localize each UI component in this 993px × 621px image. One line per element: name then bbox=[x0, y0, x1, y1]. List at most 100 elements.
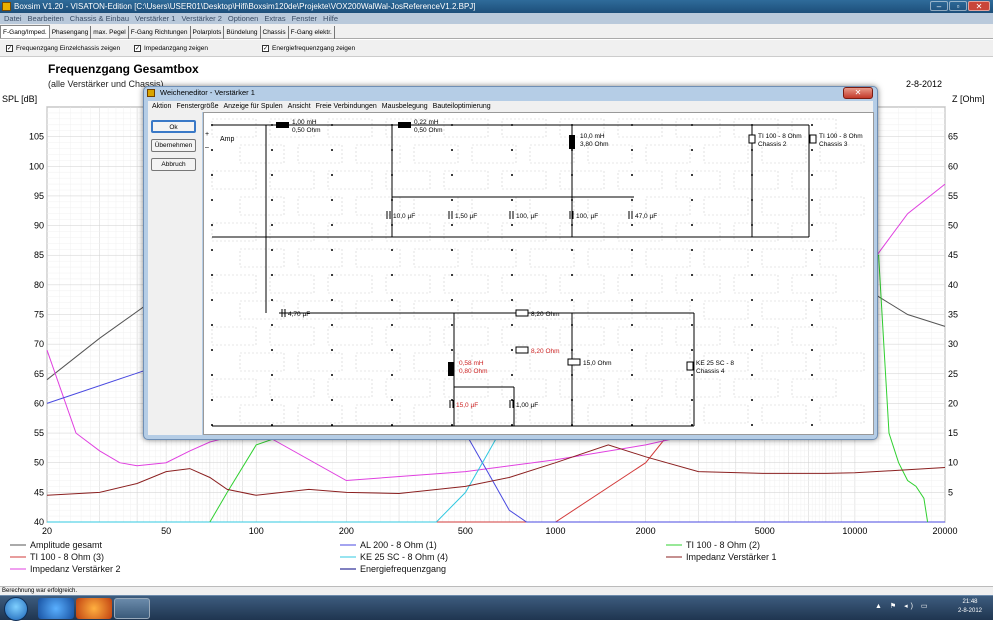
component-slot[interactable] bbox=[675, 326, 721, 346]
boxsim-taskbar-icon[interactable] bbox=[114, 598, 150, 619]
cancel-button[interactable]: Abbruch bbox=[151, 158, 196, 171]
component-slot[interactable] bbox=[703, 144, 749, 164]
dialog-menu-aktion[interactable]: Aktion bbox=[152, 103, 171, 110]
component-slot[interactable] bbox=[327, 326, 373, 346]
component-slot[interactable] bbox=[443, 326, 489, 346]
component-slot[interactable] bbox=[761, 196, 807, 216]
minimize-button[interactable]: – bbox=[930, 1, 948, 11]
component-slot[interactable] bbox=[211, 326, 257, 346]
menu-hilfe[interactable]: Hilfe bbox=[323, 14, 338, 23]
component-slot[interactable] bbox=[617, 378, 663, 398]
dialog-menu-fenstergr-e[interactable]: Fenstergröße bbox=[176, 103, 218, 110]
component-slot[interactable] bbox=[703, 248, 749, 268]
component-slot[interactable] bbox=[355, 300, 401, 320]
component-slot[interactable] bbox=[385, 170, 431, 190]
component-slot[interactable] bbox=[587, 404, 633, 424]
component-slot[interactable] bbox=[471, 144, 517, 164]
component-slot[interactable] bbox=[559, 222, 605, 242]
component-slot[interactable] bbox=[617, 326, 663, 346]
check-impedance[interactable]: ✓ Impedanzgang zeigen bbox=[134, 44, 208, 53]
component-slot[interactable] bbox=[471, 404, 517, 424]
component-slot[interactable] bbox=[645, 404, 691, 424]
component-slot[interactable] bbox=[703, 300, 749, 320]
tab-b-ndelung[interactable]: Bündelung bbox=[224, 26, 261, 39]
apply-button[interactable]: Übernehmen bbox=[151, 139, 196, 152]
component-slot[interactable] bbox=[413, 144, 459, 164]
component-slot[interactable] bbox=[297, 196, 343, 216]
component-slot[interactable] bbox=[761, 352, 807, 372]
component-slot[interactable] bbox=[501, 378, 547, 398]
tab-f-gang-richtungen[interactable]: F-Gang Richtungen bbox=[129, 26, 191, 39]
menu-optionen[interactable]: Optionen bbox=[228, 14, 258, 23]
menu-extras[interactable]: Extras bbox=[264, 14, 285, 23]
component-slot[interactable] bbox=[297, 248, 343, 268]
component-slot[interactable] bbox=[703, 404, 749, 424]
component-slot[interactable] bbox=[297, 352, 343, 372]
component-d2[interactable]: TI 100 - 8 OhmChassis 3 bbox=[809, 133, 863, 148]
component-slot[interactable] bbox=[385, 378, 431, 398]
dialog-menu-mausbelegung[interactable]: Mausbelegung bbox=[382, 103, 428, 110]
component-slot[interactable] bbox=[211, 222, 257, 242]
component-slot[interactable] bbox=[501, 118, 547, 138]
component-slot[interactable] bbox=[211, 274, 257, 294]
tab-polarplots[interactable]: Polarplots bbox=[191, 26, 225, 39]
component-slot[interactable] bbox=[587, 300, 633, 320]
component-slot[interactable] bbox=[819, 248, 865, 268]
component-slot[interactable] bbox=[297, 404, 343, 424]
component-slot[interactable] bbox=[501, 222, 547, 242]
component-c3[interactable]: 100, µF bbox=[509, 211, 538, 220]
component-slot[interactable] bbox=[443, 274, 489, 294]
component-slot[interactable] bbox=[501, 274, 547, 294]
component-slot[interactable] bbox=[413, 300, 459, 320]
component-slot[interactable] bbox=[791, 170, 837, 190]
component-slot[interactable] bbox=[211, 118, 257, 138]
component-slot[interactable] bbox=[645, 248, 691, 268]
component-slot[interactable] bbox=[211, 378, 257, 398]
component-l1[interactable]: 1,00 mH0,50 Ohm bbox=[276, 119, 321, 134]
close-button[interactable]: ✕ bbox=[968, 1, 990, 11]
component-slot[interactable] bbox=[733, 170, 779, 190]
component-slot[interactable] bbox=[471, 248, 517, 268]
component-slot[interactable] bbox=[501, 170, 547, 190]
component-slot[interactable] bbox=[385, 274, 431, 294]
component-slot[interactable] bbox=[327, 170, 373, 190]
component-slot[interactable] bbox=[791, 378, 837, 398]
component-slot[interactable] bbox=[703, 196, 749, 216]
menu-fenster[interactable]: Fenster bbox=[292, 14, 317, 23]
check-single-drivers[interactable]: ✓ Frequenzgang Einzelchassis zeigen bbox=[6, 44, 120, 53]
component-l4[interactable]: 0,58 mH0,80 Ohm bbox=[448, 360, 488, 376]
component-slot[interactable] bbox=[819, 404, 865, 424]
component-slot[interactable] bbox=[733, 222, 779, 242]
component-slot[interactable] bbox=[239, 404, 285, 424]
component-slot[interactable] bbox=[559, 274, 605, 294]
component-slot[interactable] bbox=[413, 248, 459, 268]
component-slot[interactable] bbox=[327, 118, 373, 138]
component-slot[interactable] bbox=[761, 404, 807, 424]
component-slot[interactable] bbox=[675, 170, 721, 190]
component-slot[interactable] bbox=[675, 378, 721, 398]
menu-bearbeiten[interactable]: Bearbeiten bbox=[28, 14, 64, 23]
component-slot[interactable] bbox=[733, 378, 779, 398]
component-slot[interactable] bbox=[645, 144, 691, 164]
component-slot[interactable] bbox=[327, 222, 373, 242]
tab-f-gang-imped[interactable]: F-Gang/Imped. bbox=[0, 25, 50, 38]
component-slot[interactable] bbox=[385, 326, 431, 346]
component-slot[interactable] bbox=[761, 248, 807, 268]
component-slot[interactable] bbox=[239, 248, 285, 268]
component-slot[interactable] bbox=[559, 170, 605, 190]
component-slot[interactable] bbox=[761, 300, 807, 320]
component-slot[interactable] bbox=[617, 274, 663, 294]
component-slot[interactable] bbox=[617, 222, 663, 242]
maximize-button[interactable]: ▫ bbox=[949, 1, 967, 11]
component-slot[interactable] bbox=[501, 326, 547, 346]
component-slot[interactable] bbox=[791, 274, 837, 294]
component-slot[interactable] bbox=[819, 352, 865, 372]
dialog-menu-ansicht[interactable]: Ansicht bbox=[288, 103, 311, 110]
component-slot[interactable] bbox=[733, 274, 779, 294]
component-slot[interactable] bbox=[269, 378, 315, 398]
component-slot[interactable] bbox=[239, 300, 285, 320]
component-r2[interactable]: 8,20 Ohm bbox=[515, 346, 560, 355]
component-slot[interactable] bbox=[355, 144, 401, 164]
component-slot[interactable] bbox=[819, 196, 865, 216]
start-button[interactable] bbox=[4, 597, 28, 621]
